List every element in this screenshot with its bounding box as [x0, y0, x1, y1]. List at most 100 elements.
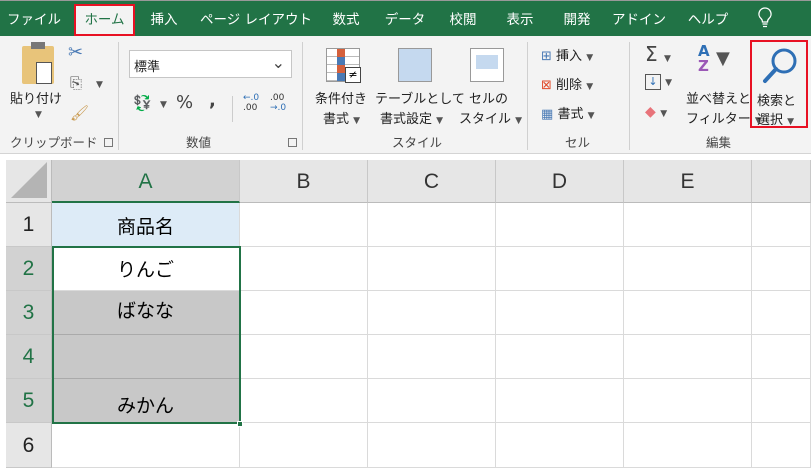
- tab-data[interactable]: データ: [382, 7, 428, 33]
- currency-dropdown[interactable]: ▼: [160, 100, 167, 110]
- cell-b6[interactable]: [240, 423, 368, 468]
- tab-help[interactable]: ヘルプ: [683, 7, 733, 33]
- select-all-button[interactable]: [6, 160, 52, 203]
- fill-button[interactable]: ↓ ▼: [645, 74, 672, 90]
- cell-d6[interactable]: [496, 423, 624, 468]
- column-header-e[interactable]: E: [624, 160, 752, 203]
- cell-styles-button[interactable]: セルの: [469, 88, 508, 107]
- cell-d2[interactable]: [496, 247, 624, 291]
- row-header-2[interactable]: 2: [6, 247, 52, 291]
- column-header-c[interactable]: C: [368, 160, 496, 203]
- cell-e2[interactable]: [624, 247, 752, 291]
- cell-d3[interactable]: [496, 291, 624, 335]
- row-header-3[interactable]: 3: [6, 291, 52, 335]
- cell-c4[interactable]: [368, 335, 496, 379]
- conditional-formatting-icon[interactable]: ≠: [326, 48, 361, 83]
- cell-a1[interactable]: 商品名: [52, 203, 240, 247]
- paste-dropdown[interactable]: ▼: [35, 110, 42, 120]
- cell-e1[interactable]: [624, 203, 752, 247]
- cell-f1[interactable]: [752, 203, 811, 247]
- insert-cells-button[interactable]: ⊞ 挿入 ▼: [541, 45, 593, 64]
- cell-e6[interactable]: [624, 423, 752, 468]
- column-header-b[interactable]: B: [240, 160, 368, 203]
- decrease-decimal-bottom: →.0: [270, 103, 287, 113]
- cell-c1[interactable]: [368, 203, 496, 247]
- format-painter-icon[interactable]: 🖌: [70, 104, 89, 122]
- cell-f4[interactable]: [752, 335, 811, 379]
- fill-handle[interactable]: [237, 421, 243, 427]
- format-as-table-button[interactable]: テーブルとして: [375, 88, 465, 107]
- cell-a2[interactable]: りんご: [52, 247, 240, 291]
- paste-icon[interactable]: [22, 42, 54, 84]
- tab-review[interactable]: 校閲: [443, 7, 483, 33]
- column-header-d[interactable]: D: [496, 160, 624, 203]
- cell-c6[interactable]: [368, 423, 496, 468]
- cell-d4[interactable]: [496, 335, 624, 379]
- cell-styles-label[interactable]: スタイル ▼: [459, 108, 522, 127]
- number-format-select[interactable]: 標準 ⌄: [129, 50, 292, 78]
- cell-f6[interactable]: [752, 423, 811, 468]
- cell-f5[interactable]: [752, 379, 811, 423]
- cell-c3[interactable]: [368, 291, 496, 335]
- cell-b2[interactable]: [240, 247, 368, 291]
- column-header-a[interactable]: A: [52, 160, 240, 203]
- tab-developer[interactable]: 開発: [557, 7, 597, 33]
- tab-file[interactable]: ファイル: [6, 7, 62, 33]
- row-header-4[interactable]: 4: [6, 335, 52, 379]
- find-select-button[interactable]: 検索と 選択 ▼: [750, 40, 808, 128]
- cell-d1[interactable]: [496, 203, 624, 247]
- sort-filter-button[interactable]: 並べ替えと: [686, 88, 751, 107]
- tab-addins[interactable]: アドイン: [612, 7, 666, 33]
- cell-a6[interactable]: [52, 423, 240, 468]
- tab-page-layout[interactable]: ページ レイアウト: [200, 7, 312, 33]
- cell-a5[interactable]: みかん: [52, 379, 240, 423]
- cell-f3[interactable]: [752, 291, 811, 335]
- increase-decimal-button[interactable]: ←.0.00: [243, 93, 259, 113]
- cell-styles-icon[interactable]: [470, 48, 504, 82]
- cell-b4[interactable]: [240, 335, 368, 379]
- cell-d5[interactable]: [496, 379, 624, 423]
- format-cells-button[interactable]: ▦ 書式 ▼: [541, 103, 595, 122]
- eraser-icon: ◆: [645, 104, 656, 120]
- cell-c2[interactable]: [368, 247, 496, 291]
- sort-filter-icon[interactable]: AZ: [698, 44, 710, 74]
- row-header-6[interactable]: 6: [6, 423, 52, 468]
- tab-insert[interactable]: 挿入: [144, 7, 184, 33]
- cell-e3[interactable]: [624, 291, 752, 335]
- cell-e5[interactable]: [624, 379, 752, 423]
- cell-f2[interactable]: [752, 247, 811, 291]
- copy-icon[interactable]: ⎘: [70, 74, 82, 92]
- decrease-decimal-button[interactable]: .00 →.0: [270, 93, 286, 113]
- currency-icon[interactable]: 💱: [133, 94, 152, 112]
- cell-e4[interactable]: [624, 335, 752, 379]
- cut-icon[interactable]: ✂: [68, 42, 83, 63]
- cell-b1[interactable]: [240, 203, 368, 247]
- format-as-table-label[interactable]: 書式設定 ▼: [380, 108, 443, 127]
- cell-c5[interactable]: [368, 379, 496, 423]
- divider: [118, 42, 119, 150]
- cell-a4[interactable]: [52, 335, 240, 379]
- comma-button[interactable]: ,: [209, 90, 216, 111]
- dialog-launcher-icon[interactable]: [104, 138, 113, 147]
- cell-b3[interactable]: [240, 291, 368, 335]
- dialog-launcher-icon[interactable]: [288, 138, 297, 147]
- cell-b5[interactable]: [240, 379, 368, 423]
- tab-home[interactable]: ホーム: [74, 4, 135, 36]
- clear-button[interactable]: ◆ ▼: [645, 104, 667, 120]
- autosum-button[interactable]: Σ ▼: [645, 42, 671, 66]
- tab-view[interactable]: 表示: [500, 7, 540, 33]
- find-select-label-2: 選択 ▼: [757, 113, 795, 128]
- lightbulb-icon[interactable]: [752, 7, 778, 33]
- row-header-1[interactable]: 1: [6, 203, 52, 247]
- delete-cells-button[interactable]: ⊠ 削除 ▼: [541, 74, 593, 93]
- format-as-table-icon[interactable]: [398, 48, 432, 82]
- percent-button[interactable]: %: [176, 92, 193, 113]
- paste-button[interactable]: 貼り付け: [10, 88, 62, 107]
- conditional-formatting-button[interactable]: 条件付き: [315, 88, 367, 107]
- column-header-f[interactable]: [752, 160, 811, 203]
- row-header-5[interactable]: 5: [6, 379, 52, 423]
- cell-a3[interactable]: ばなな: [52, 291, 240, 335]
- tab-formulas[interactable]: 数式: [326, 7, 366, 33]
- copy-dropdown[interactable]: ▼: [96, 80, 103, 90]
- conditional-formatting-label[interactable]: 書式 ▼: [323, 108, 360, 127]
